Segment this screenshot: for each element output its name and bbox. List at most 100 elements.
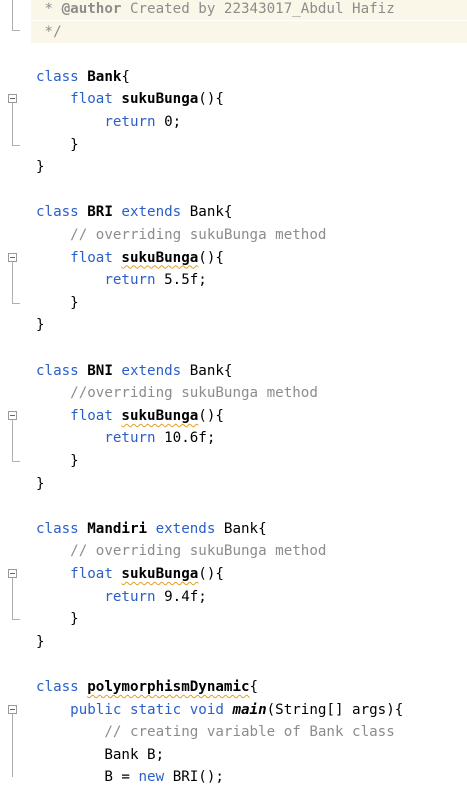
fold-collapse-icon[interactable]: [8, 252, 17, 262]
code-line[interactable]: // creating variable of Bank class: [36, 721, 467, 743]
code-line[interactable]: class BRI extends Bank{: [36, 201, 467, 223]
code-token: Mandiri: [87, 520, 148, 537]
code-token: B =: [104, 769, 139, 786]
code-line[interactable]: }: [36, 156, 467, 178]
code-token: // creating variable of Bank class: [104, 724, 395, 741]
code-token: sukuBunga: [121, 407, 199, 424]
fold-end-marker: [12, 619, 20, 621]
code-token: 0;: [164, 114, 182, 130]
code-token: Bank{: [189, 204, 233, 221]
code-token: Bank B;: [104, 746, 165, 763]
code-token: return: [104, 114, 165, 130]
code-line[interactable]: }: [36, 608, 467, 630]
fold-guide: [12, 419, 13, 461]
code-line[interactable]: }: [36, 134, 467, 156]
code-line[interactable]: // overriding sukuBunga method: [36, 224, 467, 246]
code-line[interactable]: return 10.6f;: [36, 427, 467, 449]
code-line[interactable]: [36, 653, 467, 675]
code-line[interactable]: [36, 495, 467, 517]
code-token: Bank{: [223, 520, 267, 537]
code-line[interactable]: [36, 337, 467, 359]
fold-end-marker: [12, 30, 20, 31]
code-token: {: [121, 68, 130, 85]
code-line[interactable]: float sukuBunga(){: [36, 247, 467, 269]
code-line[interactable]: [36, 43, 467, 65]
code-line[interactable]: return 0;: [36, 111, 467, 133]
fold-guide: [12, 578, 13, 620]
code-token: extends: [147, 520, 224, 537]
code-line[interactable]: }: [36, 631, 467, 653]
code-line[interactable]: [36, 179, 467, 201]
code-token: sukuBunga: [121, 91, 199, 108]
code-token: }: [36, 475, 45, 492]
code-line[interactable]: float sukuBunga(){: [36, 88, 467, 110]
code-line[interactable]: class Bank{: [36, 66, 467, 88]
fold-collapse-icon[interactable]: [8, 94, 17, 104]
code-token: return: [104, 588, 165, 605]
code-line[interactable]: float sukuBunga(){: [36, 563, 467, 585]
code-token: class: [36, 362, 88, 379]
code-line[interactable]: // overriding sukuBunga method: [36, 540, 467, 562]
code-token: sukuBunga: [121, 249, 199, 266]
code-token: polymorphismDynamic: [87, 679, 250, 695]
fold-collapse-icon[interactable]: [8, 569, 17, 578]
code-line[interactable]: B = new BRI();: [36, 766, 467, 788]
code-token: float: [70, 91, 122, 108]
code-line[interactable]: public static void main(String[] args){: [36, 699, 467, 721]
code-editor[interactable]: * @author Created by 22343017_Abdul Hafi…: [0, 0, 467, 788]
code-token: (String[] args){: [266, 701, 404, 718]
code-token: *: [36, 1, 62, 17]
code-token: 10.6f;: [164, 430, 216, 447]
code-line[interactable]: }: [36, 473, 467, 495]
code-token: return: [104, 272, 165, 289]
code-token: (){: [198, 249, 224, 266]
code-line[interactable]: }: [36, 450, 467, 472]
code-token: class: [36, 68, 88, 85]
fold-end-marker: [12, 144, 20, 146]
code-token: // overriding sukuBunga method: [70, 543, 327, 560]
code-line[interactable]: Bank B;: [36, 744, 467, 766]
code-line[interactable]: }: [36, 314, 467, 336]
code-token: // overriding sukuBunga method: [70, 227, 327, 243]
code-token: main: [232, 701, 267, 718]
code-token: }: [36, 633, 45, 650]
code-token: public static void: [70, 701, 233, 718]
code-line[interactable]: class Mandiri extends Bank{: [36, 518, 467, 540]
code-token: (){: [198, 566, 224, 582]
code-line[interactable]: //overriding sukuBunga method: [36, 382, 467, 404]
code-token: //overriding sukuBunga method: [70, 385, 318, 402]
code-token: return: [104, 430, 165, 447]
code-line[interactable]: return 9.4f;: [36, 586, 467, 608]
code-line[interactable]: class BNI extends Bank{: [36, 360, 467, 382]
fold-end-marker: [12, 461, 20, 462]
code-line[interactable]: * @author Created by 22343017_Abdul Hafi…: [31, 0, 467, 20]
fold-guide: [12, 261, 13, 303]
code-token: }: [36, 611, 79, 628]
code-token: }: [36, 136, 79, 153]
code-token: sukuBunga: [121, 566, 199, 582]
code-token: 5.5f;: [164, 272, 207, 289]
code-line[interactable]: class polymorphismDynamic{: [36, 676, 467, 698]
code-token: float: [70, 407, 122, 424]
code-line[interactable]: return 5.5f;: [36, 269, 467, 291]
fold-collapse-icon[interactable]: [8, 410, 17, 420]
fold-collapse-icon[interactable]: [8, 704, 17, 714]
code-token: }: [36, 294, 79, 311]
code-token: class: [36, 204, 88, 221]
code-token: @author: [61, 1, 122, 17]
code-line[interactable]: */: [31, 20, 467, 43]
code-token: }: [36, 453, 79, 469]
code-line[interactable]: float sukuBunga(){: [36, 405, 467, 427]
code-token: }: [36, 317, 45, 334]
code-line[interactable]: }: [36, 292, 467, 314]
